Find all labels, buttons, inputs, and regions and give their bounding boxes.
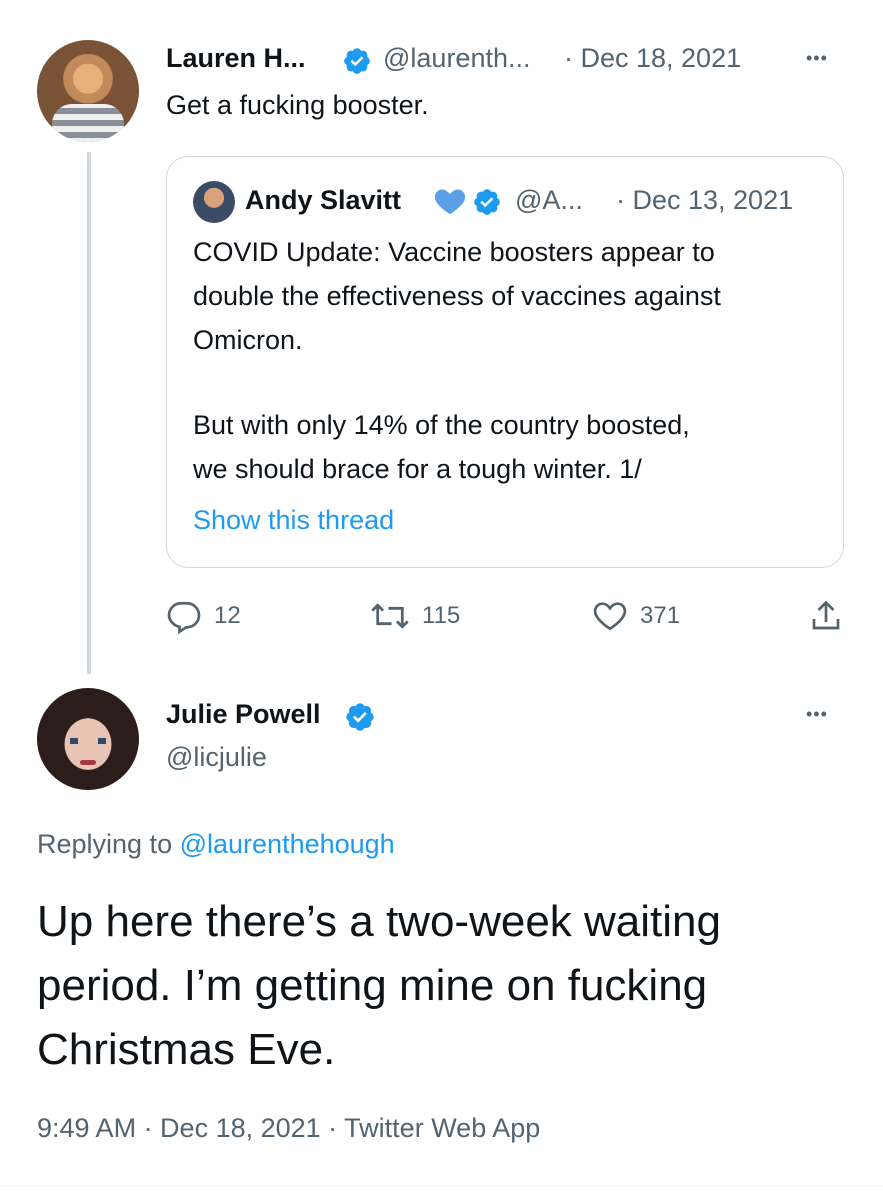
lauren-avatar[interactable]	[37, 40, 139, 142]
andy-verified-badge-icon	[472, 187, 502, 222]
retweet-action[interactable]: 115	[370, 598, 460, 634]
thread-connector-line	[87, 152, 91, 674]
lauren-display-name[interactable]: Lauren H...	[166, 43, 306, 74]
like-action[interactable]: 371	[592, 598, 680, 634]
more-options-icon-2[interactable]: •••	[806, 704, 828, 725]
avatar-eyes	[70, 738, 106, 744]
tweet1-date[interactable]: · Dec 18, 2021	[564, 43, 741, 74]
quoted-text-line-2: double the effectiveness of vaccines aga…	[193, 281, 721, 311]
like-heart-icon	[593, 602, 627, 631]
julie-avatar[interactable]	[37, 688, 139, 790]
andy-display-name: Andy Slavitt	[245, 185, 402, 215]
quoted-text-line-1: COVID Update: Vaccine boosters appear to	[193, 237, 715, 267]
julie-display-name[interactable]: Julie Powell	[166, 699, 321, 730]
tweet2-meta[interactable]: 9:49 AM · Dec 18, 2021 · Twitter Web App	[37, 1113, 540, 1144]
andy-handle: @A...	[515, 185, 583, 215]
tweet1-text: Get a fucking booster.	[166, 90, 429, 120]
show-this-thread-link[interactable]: Show this thread	[193, 505, 394, 536]
andy-avatar[interactable]	[193, 181, 235, 223]
julie-verified-badge-icon	[344, 701, 376, 738]
quoted-text-line-4: But with only 14% of the country boosted…	[193, 410, 690, 440]
tweet2-text-line-3: Christmas Eve.	[37, 1025, 336, 1074]
replying-to-label: Replying to	[37, 829, 173, 859]
avatar-shirt	[52, 104, 124, 142]
retweet-count: 115	[422, 602, 461, 629]
bottom-divider	[0, 1185, 883, 1186]
blue-heart-icon	[433, 184, 467, 221]
lauren-handle[interactable]: @laurenth...	[383, 43, 531, 74]
replying-to-handle-link[interactable]: @laurenthehough	[180, 829, 395, 859]
quoted-text-line-3: Omicron.	[193, 325, 303, 355]
reply-count: 12	[214, 602, 241, 629]
tweet2-text-line-2: period. I’m getting mine on fucking	[37, 961, 708, 1010]
replying-to-line: Replying to @laurenthehough	[37, 829, 395, 860]
reply-action[interactable]: 12	[166, 598, 241, 634]
like-count: 371	[640, 602, 681, 629]
share-action[interactable]	[808, 598, 844, 634]
tweet2-text-line-1: Up here there’s a two-week waiting	[37, 897, 721, 946]
verified-badge-icon	[342, 46, 372, 81]
julie-handle[interactable]: @licjulie	[166, 742, 267, 773]
share-icon	[812, 600, 840, 630]
more-options-icon[interactable]: •••	[806, 48, 828, 69]
retweet-icon	[371, 603, 409, 629]
reply-icon	[167, 601, 201, 634]
quoted-text-line-5: we should brace for a tough winter. 1/	[193, 454, 642, 484]
avatar-lips	[80, 760, 96, 765]
quoted-date: · Dec 13, 2021	[616, 185, 794, 215]
